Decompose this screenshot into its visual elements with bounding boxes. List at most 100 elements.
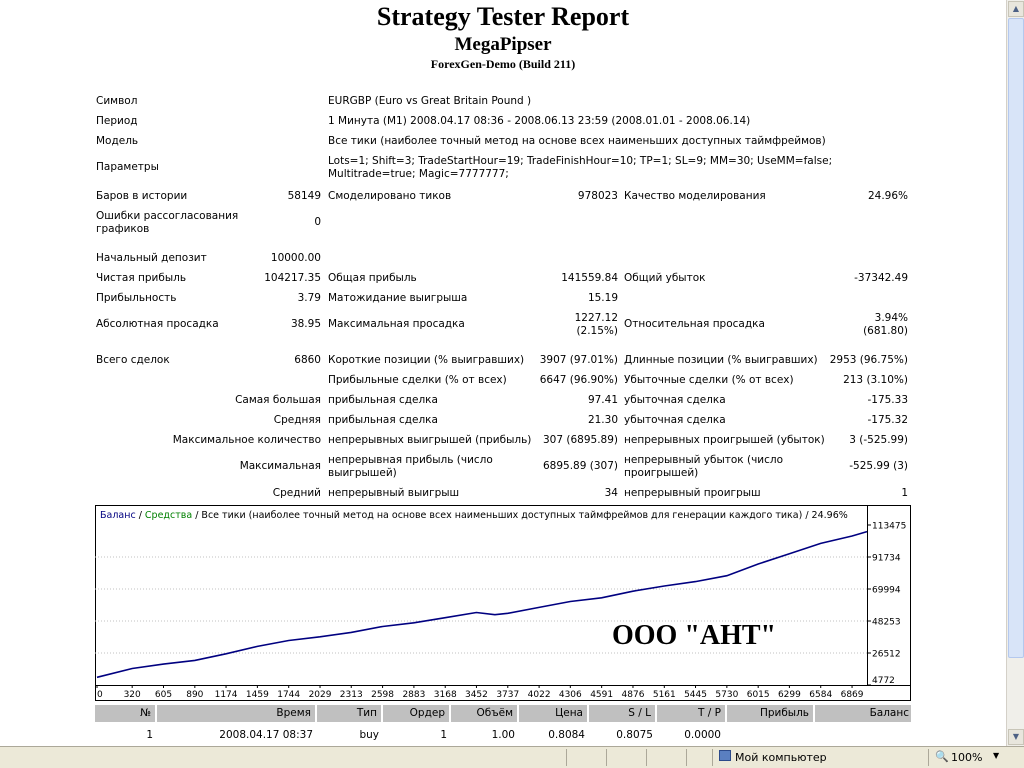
x-tick-label: 0: [97, 690, 103, 700]
x-tick-label: 4876: [622, 690, 645, 700]
loss-trades-label: Убыточные сделки (% от всех): [624, 374, 794, 386]
x-tick-label: 5161: [653, 690, 676, 700]
grossloss-value: -37342.49: [854, 272, 908, 284]
bars-label: Баров в истории: [96, 190, 188, 202]
grossloss-label: Общий убыток: [624, 272, 706, 284]
x-tick-label: 5445: [684, 690, 707, 700]
col-header-volume: Объём: [476, 707, 513, 719]
maxcons-profit-label: непрерывная прибыль (число выигрышей): [328, 454, 493, 479]
cell-tp: 0.0000: [684, 729, 721, 741]
maxcons-wins-value: 307 (6895.89): [543, 434, 618, 446]
cell-number: 1: [146, 729, 153, 741]
bars-value: 58149: [287, 190, 321, 202]
model-label: Модель: [96, 135, 139, 147]
x-tick-label: 5730: [715, 690, 738, 700]
grossprofit-label: Общая прибыль: [328, 272, 417, 284]
balance-chart-svg: 113475 91734 69994 48253 26512 4772 0 320 605 89…: [95, 505, 911, 701]
scroll-down-button[interactable]: ▼: [1008, 729, 1024, 745]
x-tick-label: 1744: [277, 690, 300, 700]
y-tick-label: 26512: [872, 650, 901, 660]
long-value: 2953 (96.75%): [829, 354, 908, 366]
server-name: ForexGen-Demo (Build 211): [430, 57, 576, 71]
quality-value: 24.96%: [867, 190, 908, 202]
quality-label: Качество моделирования: [624, 190, 766, 202]
vertical-scrollbar[interactable]: ▲ ▼: [1006, 0, 1024, 746]
x-tick-label: 1174: [215, 690, 238, 700]
status-pane: [686, 749, 712, 766]
x-tick-label: 6584: [809, 690, 832, 700]
maxdd-percent: (2.15%): [576, 325, 618, 337]
avg-label: Средний: [272, 487, 321, 499]
report-title: Strategy Tester Report: [376, 2, 630, 31]
cell-price: 0.8084: [548, 729, 585, 741]
balance-chart: 113475 91734 69994 48253 26512 4772 0 320 605 89…: [95, 505, 911, 701]
col-header-tp: T / P: [698, 707, 721, 719]
symbol-label: Символ: [96, 95, 138, 107]
cell-time: 2008.04.17 08:37: [219, 729, 313, 741]
status-zone: Мой компьютер: [735, 751, 827, 764]
average-loss-label: убыточная сделка: [624, 414, 726, 426]
zoom-control[interactable]: 🔍 100% ▼: [928, 749, 1006, 766]
profit-trades-value: 6647 (96.90%): [539, 374, 618, 386]
maxcount-label: Максимальное количество: [172, 434, 321, 446]
absdd-value: 38.95: [290, 318, 321, 330]
avgcons-wins-value: 34: [604, 487, 618, 499]
average-profit-label: прибыльная сделка: [328, 414, 438, 426]
largest-loss-value: -175.33: [867, 394, 908, 406]
x-tick-label: 1459: [246, 690, 269, 700]
chart-legend: Баланс / Средства / Все тики (наиболее т…: [100, 510, 848, 521]
largest-profit-label: прибыльная сделка: [328, 394, 438, 406]
y-tick-label: 91734: [872, 554, 901, 564]
x-tick-label: 2598: [371, 690, 394, 700]
x-tick-label: 3452: [465, 690, 488, 700]
avgcons-wins-label: непрерывный выигрыш: [328, 487, 460, 499]
legend-balance: Баланс: [100, 510, 136, 521]
x-tick-label: 890: [186, 690, 203, 700]
x-tick-label: 6869: [841, 690, 864, 700]
long-label: Длинные позиции (% выигравших): [624, 354, 818, 366]
col-header-number: №: [140, 707, 151, 719]
maxcons-losses-label: непрерывных проигрышей (убыток): [624, 434, 825, 446]
reldd-value: 3.94%: [874, 312, 908, 324]
avgcons-losses-label: непрерывный проигрыш: [624, 487, 761, 499]
legend-description: / Все тики (наиболее точный метод на осн…: [192, 510, 848, 521]
mismatch-label: Ошибки рассогласования графиков: [96, 210, 239, 235]
col-header-type: Тип: [356, 707, 377, 719]
profit-trades-label: Прибыльные сделки (% от всех): [328, 374, 507, 386]
status-pane: [606, 749, 646, 766]
x-tick-label: 2029: [309, 690, 332, 700]
maxcons-profit-value: 6895.89 (307): [543, 460, 618, 472]
maxcons-wins-label: непрерывных выигрышей (прибыль): [328, 434, 532, 446]
scroll-thumb[interactable]: [1008, 18, 1024, 658]
average-label: Средняя: [273, 414, 321, 426]
largest-loss-label: убыточная сделка: [624, 394, 726, 406]
largest-profit-value: 97.41: [587, 394, 618, 406]
deposit-label: Начальный депозит: [96, 252, 207, 264]
orders-table-header: № Время Тип Ордер Объём Цена S / L T / P…: [95, 705, 911, 722]
x-tick-label: 6299: [778, 690, 801, 700]
expert-name: MegaPipser: [454, 34, 552, 55]
x-tick-label: 4022: [528, 690, 551, 700]
x-tick-label: 2883: [402, 690, 425, 700]
col-header-time: Время: [276, 707, 311, 719]
mismatch-value: 0: [314, 216, 321, 228]
absdd-label: Абсолютная просадка: [96, 318, 219, 330]
chevron-down-icon[interactable]: ▼: [993, 751, 999, 760]
zoom-icon: 🔍: [935, 750, 949, 763]
maxcons-loss-label: непрерывный убыток (число проигрышей): [624, 454, 784, 479]
cell-order: 1: [440, 729, 447, 741]
model-value: Все тики (наиболее точный метод на основ…: [328, 135, 826, 147]
average-loss-value: -175.32: [867, 414, 908, 426]
cell-sl: 0.8075: [616, 729, 653, 741]
report-page: Strategy Tester Report MegaPipser ForexG…: [0, 0, 1006, 746]
col-header-price: Цена: [555, 707, 583, 719]
x-tick-label: 4591: [590, 690, 613, 700]
ticks-value: 978023: [577, 190, 618, 202]
maxcons-losses-value: 3 (-525.99): [849, 434, 908, 446]
maxdd-value: 1227.12: [574, 312, 618, 324]
status-zone-pane: Мой компьютер: [712, 749, 928, 766]
scroll-up-button[interactable]: ▲: [1008, 1, 1024, 17]
pf-value: 3.79: [297, 292, 321, 304]
maximal-label: Максимальная: [239, 460, 321, 472]
trades-value: 6860: [294, 354, 321, 366]
